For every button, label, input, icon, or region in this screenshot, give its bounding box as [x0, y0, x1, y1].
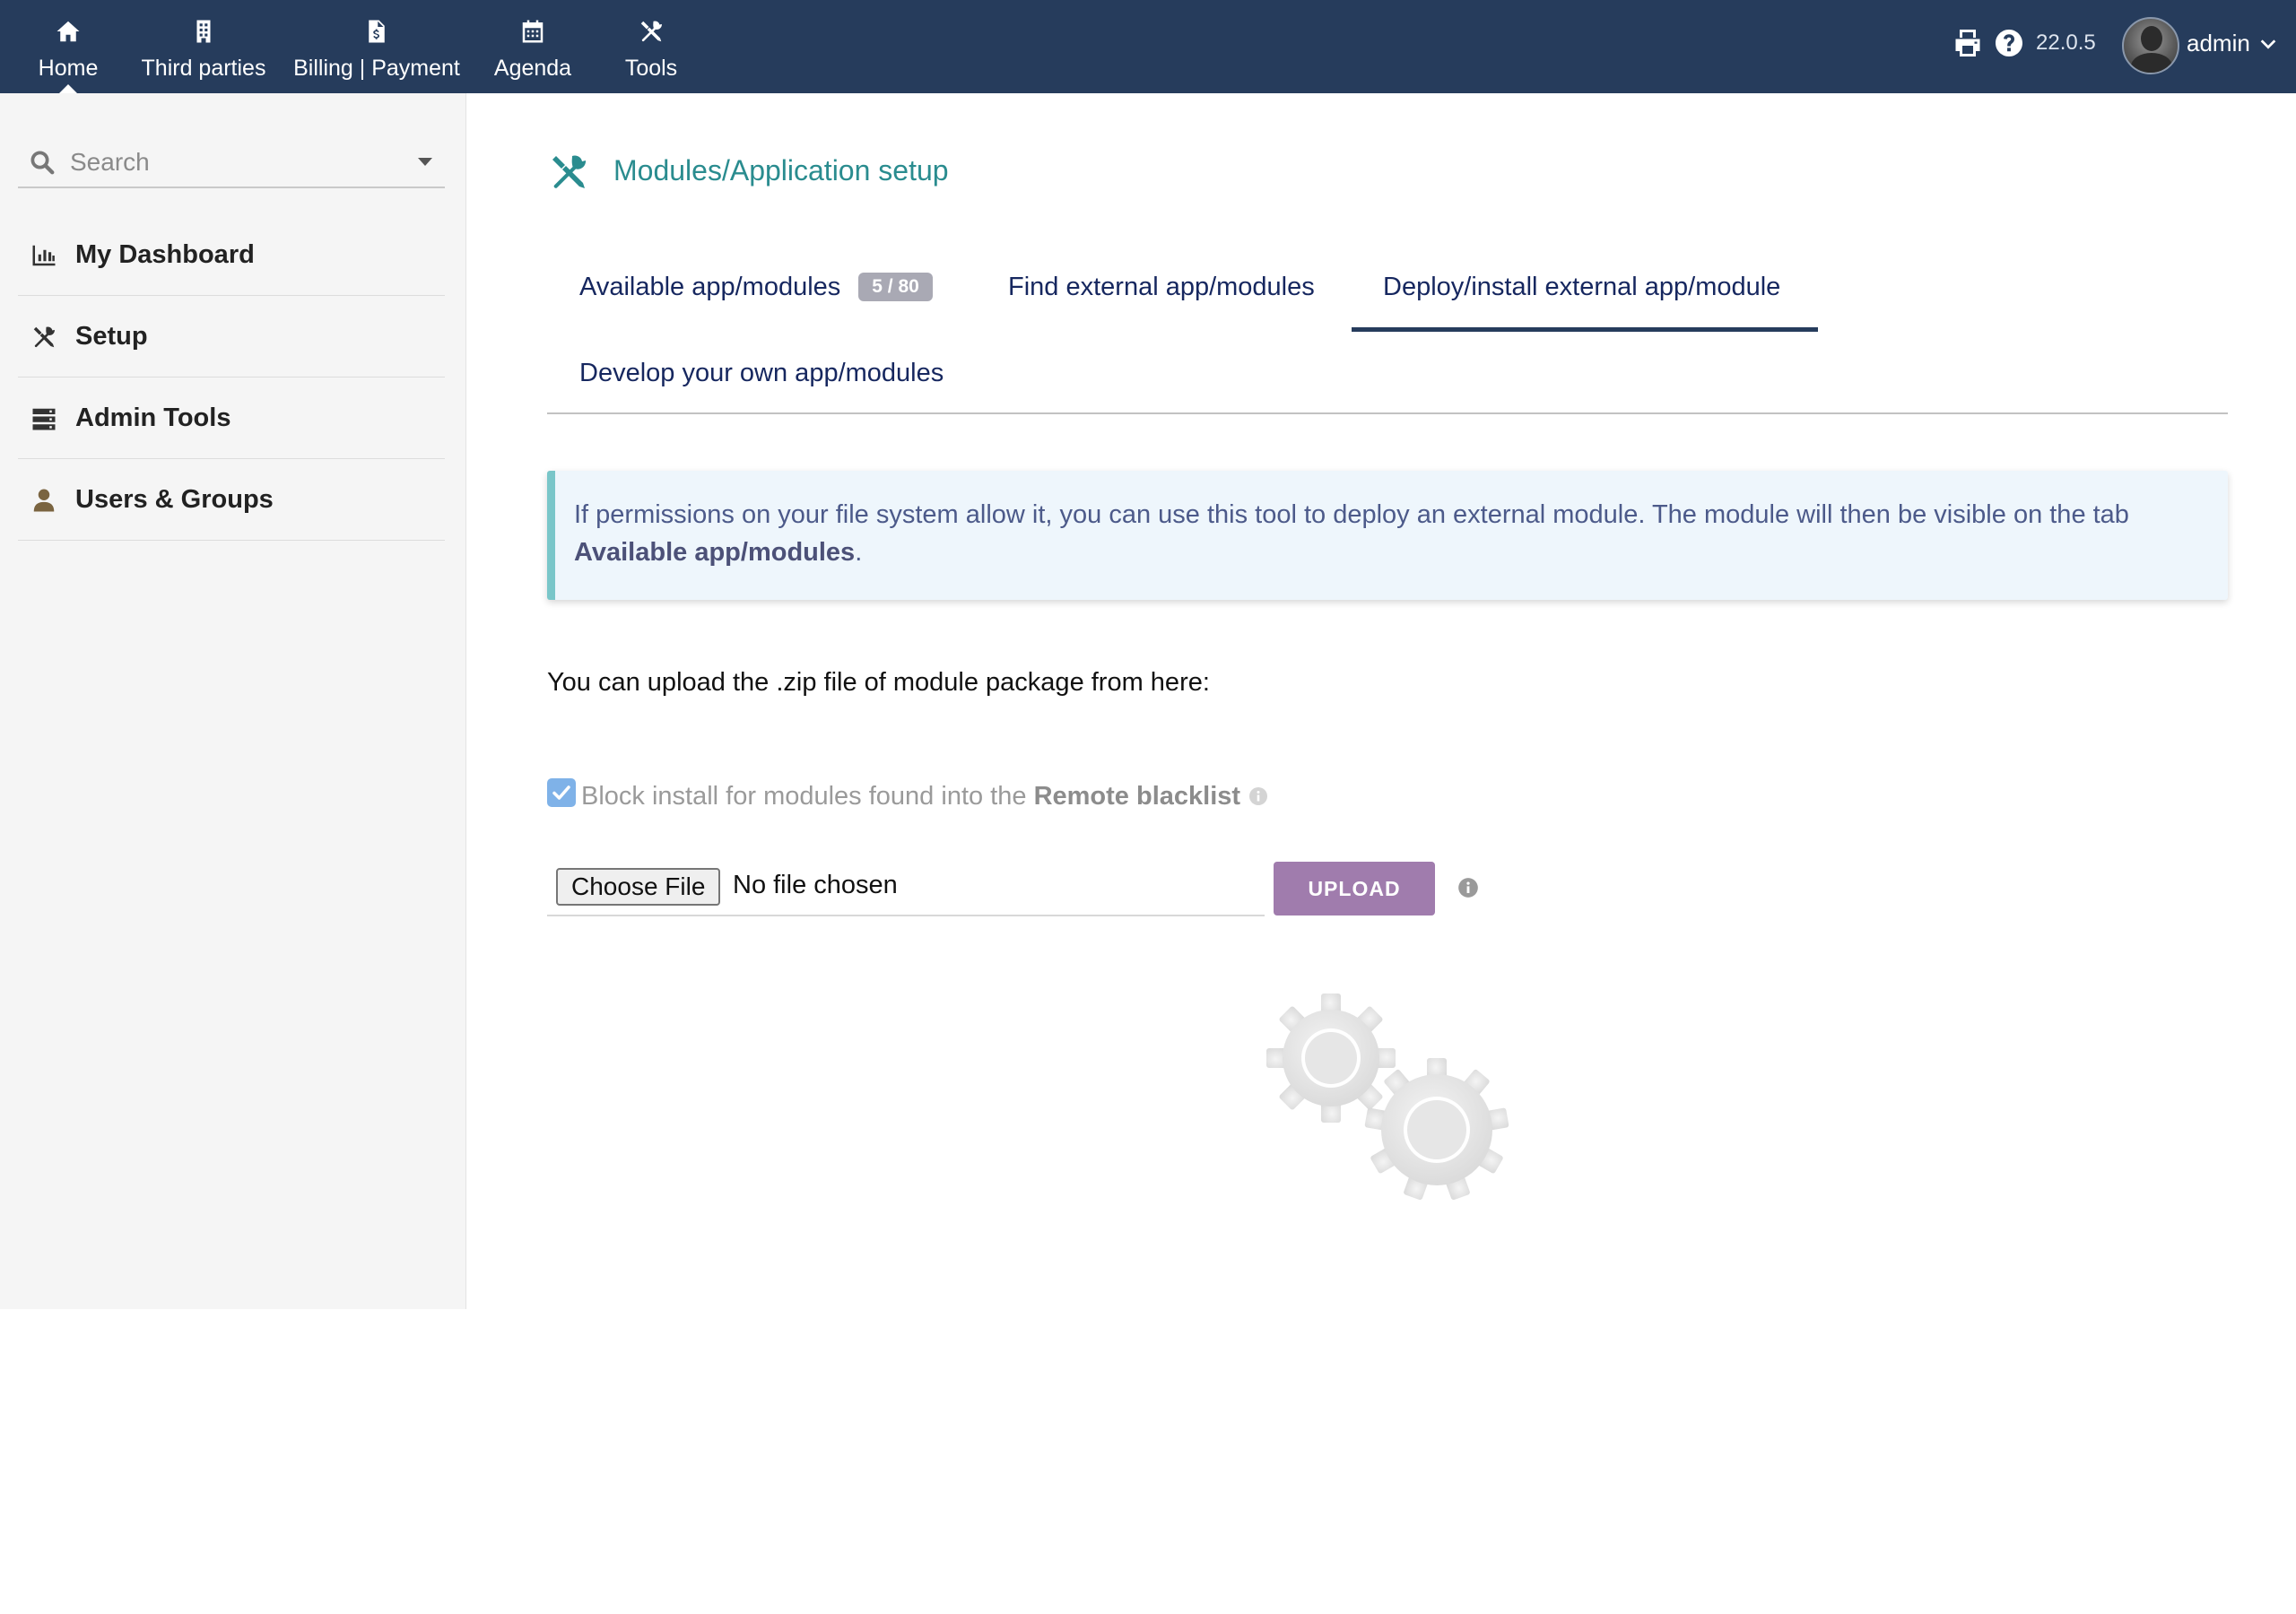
blacklist-label-bold: Remote blacklist [1033, 782, 1241, 811]
top-navbar: Home Third parties Billing | Payment Age… [0, 0, 2296, 93]
sidebar-item-label: My Dashboard [75, 240, 255, 269]
tab-find-external-app-modules[interactable]: Find external app/modules [1008, 273, 1315, 302]
checkmark-icon [552, 785, 570, 800]
nav-home-label: Home [38, 56, 99, 81]
sidebar-item-label: Users & Groups [75, 485, 274, 514]
search-box[interactable] [18, 138, 445, 188]
version-number: 22.0.5 [2036, 30, 2096, 55]
invoice-icon [369, 20, 385, 43]
calendar-icon [522, 20, 544, 43]
blacklist-label: Block install for modules found into the… [581, 782, 1269, 811]
tab-label: Develop your own app/modules [579, 359, 944, 387]
bar-chart-icon [32, 245, 56, 266]
search-dropdown-caret-icon[interactable] [418, 158, 432, 166]
choose-file-button[interactable]: Choose File [556, 868, 721, 906]
help-icon[interactable] [1993, 27, 2025, 59]
sidebar-item-users-groups[interactable]: Users & Groups [18, 460, 445, 541]
info-icon[interactable] [1248, 785, 1269, 807]
home-icon [57, 21, 80, 42]
tab-label: Deploy/install external app/module [1383, 273, 1781, 301]
search-icon [30, 151, 55, 175]
sidebar-item-setup[interactable]: Setup [18, 297, 445, 377]
search-input[interactable] [70, 143, 402, 181]
tab-label: Available app/modules [579, 273, 841, 301]
active-nav-caret [59, 84, 77, 93]
chevron-down-icon[interactable] [2258, 34, 2278, 54]
sidebar: My Dashboard Setup Admin Tools Users & G… [0, 93, 466, 1309]
blacklist-checkbox[interactable] [547, 778, 576, 807]
user-icon [33, 489, 55, 512]
tab-deploy-install-external-app-module[interactable]: Deploy/install external app/module [1383, 273, 1780, 302]
nav-home[interactable]: Home [25, 0, 111, 93]
info-suffix: . [855, 538, 863, 567]
file-upload-field: Choose File No file chosen [547, 861, 1265, 916]
avatar[interactable] [2122, 17, 2179, 74]
module-count-badge: 5 / 80 [858, 273, 933, 301]
tools-icon [552, 155, 587, 188]
tab-develop-your-own-app-modules[interactable]: Develop your own app/modules [579, 359, 944, 388]
sidebar-item-admin-tools[interactable]: Admin Tools [18, 378, 445, 459]
info-text: If permissions on your file system allow… [574, 500, 2129, 529]
print-icon[interactable] [1952, 27, 1984, 59]
tools-icon [33, 326, 55, 348]
page-title: Modules/Application setup [613, 154, 949, 187]
file-status: No file chosen [733, 871, 898, 899]
upload-instructions: You can upload the .zip file of module p… [547, 668, 1210, 697]
nav-agenda[interactable]: Agenda [486, 0, 579, 93]
active-tab-underline [1352, 327, 1818, 332]
info-icon[interactable] [1457, 876, 1480, 899]
gears-icon [1266, 994, 1509, 1201]
server-icon [32, 408, 56, 430]
tools-icon [640, 21, 662, 42]
upload-button[interactable]: UPLOAD [1274, 862, 1435, 915]
nav-third-parties-label: Third parties [141, 56, 266, 81]
nav-tools-label: Tools [624, 56, 678, 81]
sidebar-item-my-dashboard[interactable]: My Dashboard [18, 215, 445, 296]
tabs-divider [547, 412, 2228, 414]
building-icon [196, 20, 211, 43]
nav-agenda-label: Agenda [493, 56, 572, 81]
nav-billing-payment[interactable]: Billing | Payment [289, 0, 465, 93]
tab-label: Find external app/modules [1008, 273, 1315, 301]
sidebar-item-label: Admin Tools [75, 404, 231, 432]
nav-tools[interactable]: Tools [610, 0, 692, 93]
username[interactable]: admin [2187, 30, 2250, 57]
nav-third-parties[interactable]: Third parties [135, 0, 273, 93]
nav-billing-payment-label: Billing | Payment [293, 56, 460, 81]
sidebar-item-label: Setup [75, 322, 148, 351]
avatar-head [2141, 26, 2162, 51]
tab-available-app-modules[interactable]: Available app/modules 5 / 80 [579, 273, 933, 302]
blacklist-label-prefix: Block install for modules found into the [581, 782, 1027, 811]
info-box: If permissions on your file system allow… [547, 471, 2228, 600]
info-link-available-app-modules[interactable]: Available app/modules [574, 538, 855, 567]
avatar-body [2131, 53, 2172, 73]
